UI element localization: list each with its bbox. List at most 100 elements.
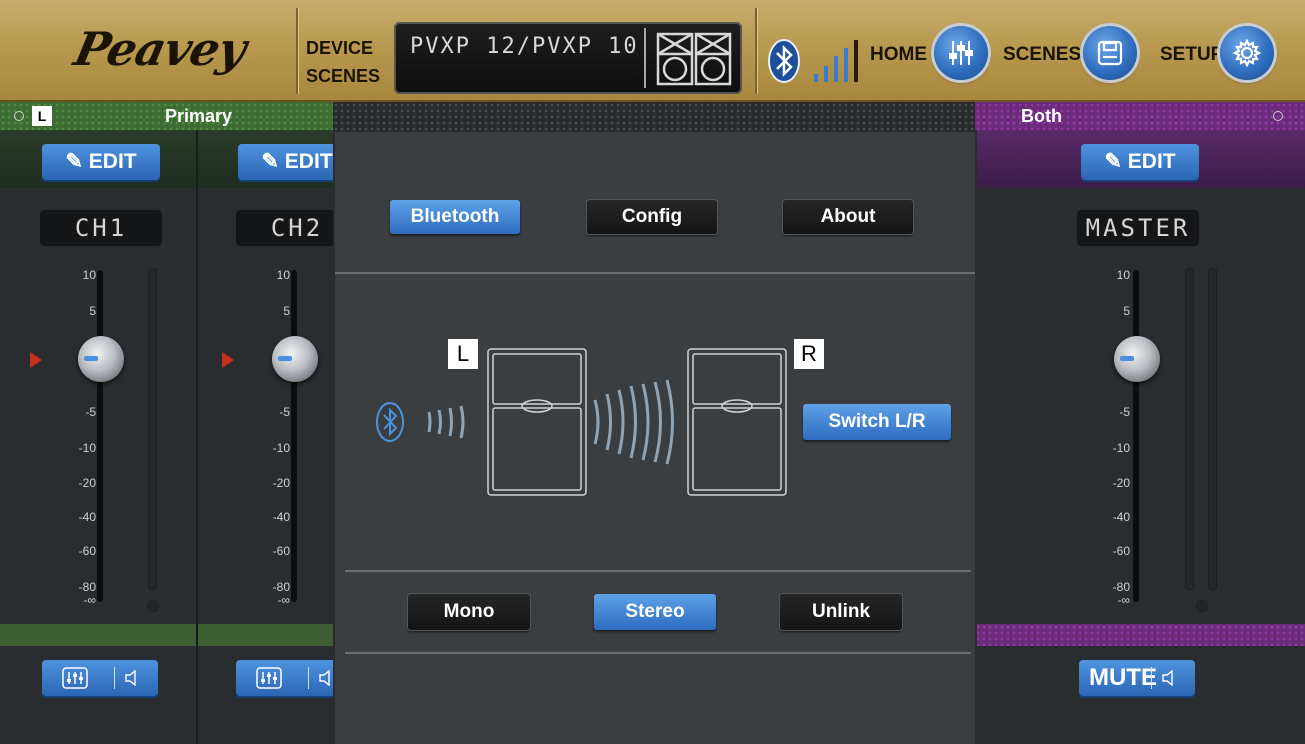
master-name-display[interactable]: MASTER <box>1077 210 1199 246</box>
eq-icon <box>256 667 282 689</box>
signal-strength-icon <box>814 40 858 82</box>
level-meter-left <box>1185 268 1194 590</box>
scale-label: 10 <box>1116 268 1130 282</box>
channel-strip-ch2: ✎ EDIT CH2 10 5 0 -5 -10 -20 -40 -60 -80… <box>198 130 358 744</box>
mode-stereo-button[interactable]: Stereo <box>594 594 716 630</box>
clip-led <box>1194 598 1210 614</box>
group-indicator-dot <box>14 111 24 121</box>
scale-label: -∞ <box>83 593 96 607</box>
scale-label: 5 <box>1123 304 1130 318</box>
fader-track[interactable] <box>1133 270 1139 602</box>
scenes-button[interactable] <box>1083 26 1137 80</box>
scale-label: -5 <box>1119 405 1130 419</box>
header-divider <box>755 8 757 94</box>
device-label: DEVICE <box>306 38 374 58</box>
tab-about[interactable]: About <box>783 200 913 234</box>
mixer-sliders-icon <box>949 41 973 65</box>
strip-footer-band <box>975 624 1305 646</box>
pencil-icon: ✎ <box>1104 150 1128 173</box>
eq-mute-button[interactable] <box>42 660 158 696</box>
right-speaker-tag: R <box>794 339 824 369</box>
level-meter-right <box>1208 268 1217 590</box>
scale-label: -80 <box>1112 580 1130 594</box>
master-strip: ✎ EDIT MASTER 10 5 0 -5 -10 -20 -40 -60 … <box>975 130 1305 744</box>
group-indicator-dot <box>1273 111 1283 121</box>
mode-mono-button[interactable]: Mono <box>408 594 530 630</box>
group-bar-both[interactable]: Both <box>975 102 1305 130</box>
pencil-icon: ✎ <box>261 150 285 173</box>
group-bar-spacer <box>333 102 975 130</box>
scale-label: -5 <box>279 405 290 419</box>
mute-label: MUTE <box>1089 664 1157 691</box>
left-speaker-icon <box>487 348 587 496</box>
channel-strip-ch1: ✎ EDIT CH1 10 5 0 -5 -10 -20 -40 -60 -80… <box>0 130 196 744</box>
button-divider <box>114 667 115 689</box>
unity-marker <box>30 352 42 368</box>
button-divider <box>1151 667 1152 689</box>
device-scenes-button[interactable]: DEVICE SCENES <box>306 34 380 90</box>
scale-label: -∞ <box>277 593 290 607</box>
fader-knob[interactable] <box>1114 336 1160 382</box>
edit-label: EDIT <box>1127 150 1176 173</box>
scale-label: -40 <box>1112 510 1130 524</box>
device-name: PVXP 12/PVXP 10 <box>410 34 639 59</box>
master-mute-button[interactable]: MUTE <box>1079 660 1195 696</box>
signal-waves <box>427 379 674 465</box>
home-button[interactable] <box>934 26 988 80</box>
bluetooth-settings-panel: Bluetooth Config About L R Switch L/R Mo… <box>335 132 975 744</box>
tab-config[interactable]: Config <box>587 200 717 234</box>
scale-label: 10 <box>82 268 96 282</box>
fader-track[interactable] <box>291 270 297 602</box>
scale-label: -60 <box>1112 544 1130 558</box>
pencil-icon: ✎ <box>65 150 89 173</box>
scale-label: -10 <box>78 441 96 455</box>
edit-button[interactable]: ✎ EDIT <box>1081 144 1199 180</box>
fader-knob[interactable] <box>272 336 318 382</box>
button-divider <box>308 667 309 689</box>
strip-footer-band <box>0 624 196 646</box>
group-bar-primary[interactable]: L Primary <box>0 102 333 130</box>
speaker-icon <box>319 670 330 686</box>
panel-divider <box>345 652 971 654</box>
speaker-pair-icon <box>656 32 732 86</box>
scale-label: 5 <box>283 304 290 318</box>
fader-track[interactable] <box>97 270 103 602</box>
channel-name-display[interactable]: CH1 <box>40 210 162 246</box>
scenes-nav-label: SCENES <box>1003 44 1082 65</box>
scale-label: -10 <box>1112 441 1130 455</box>
tab-bluetooth[interactable]: Bluetooth <box>390 200 520 234</box>
floppy-disk-icon <box>1097 40 1123 66</box>
gear-icon <box>1233 39 1261 67</box>
edit-button[interactable]: ✎ EDIT <box>42 144 160 180</box>
speaker-icon <box>125 670 136 686</box>
setup-label: SETUP <box>1160 44 1224 65</box>
scale-label: -∞ <box>1117 593 1130 607</box>
level-meter <box>148 268 157 590</box>
display-divider <box>644 28 646 88</box>
fader-knob[interactable] <box>78 336 124 382</box>
panel-divider <box>335 272 975 274</box>
top-header: Peavey DEVICE SCENES PVXP 12/PVXP 10 HOM… <box>0 0 1305 102</box>
switch-lr-button[interactable]: Switch L/R <box>803 404 951 440</box>
bluetooth-icon <box>376 402 404 442</box>
panel-divider <box>345 570 971 572</box>
scale-label: -20 <box>1112 476 1130 490</box>
device-display[interactable]: PVXP 12/PVXP 10 <box>394 22 742 94</box>
scale-label: 5 <box>89 304 96 318</box>
scale-label: -60 <box>272 544 290 558</box>
bluetooth-icon <box>768 39 800 83</box>
right-speaker-icon <box>687 348 787 496</box>
edit-label: EDIT <box>88 150 137 173</box>
home-label: HOME <box>870 44 927 65</box>
clip-led <box>145 598 161 614</box>
header-divider <box>296 8 298 94</box>
scale-label: -10 <box>272 441 290 455</box>
peavey-logo: Peavey <box>69 22 251 76</box>
edit-label: EDIT <box>284 150 333 173</box>
mode-unlink-button[interactable]: Unlink <box>780 594 902 630</box>
scale-label: -60 <box>78 544 96 558</box>
group-label-primary: Primary <box>165 106 233 126</box>
setup-button[interactable] <box>1220 26 1274 80</box>
scale-label: 10 <box>276 268 290 282</box>
scale-label: -80 <box>78 580 96 594</box>
